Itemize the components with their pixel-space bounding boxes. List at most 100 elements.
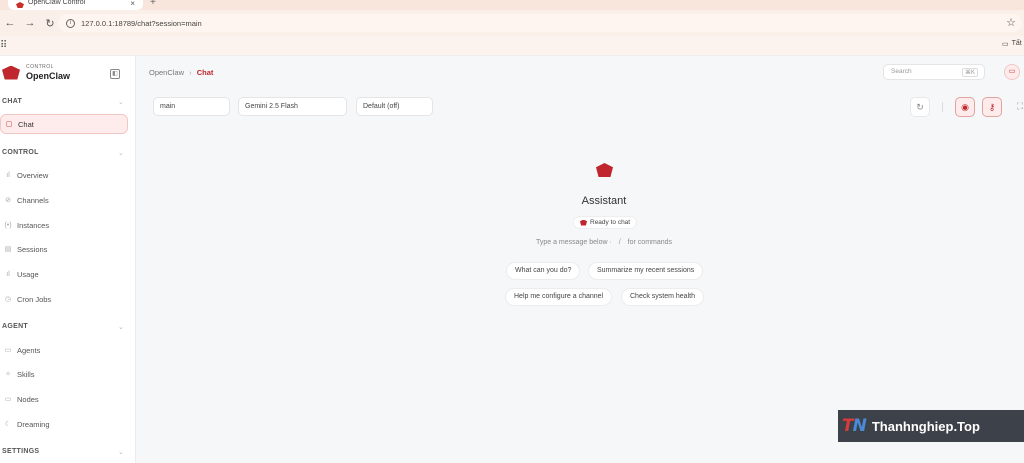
sidebar-item-nodes[interactable]: ▭ Nodes [2, 389, 130, 409]
sidebar-item-instances[interactable]: (•) Instances [2, 215, 130, 235]
sidebar-item-cron-jobs[interactable]: ◷ Cron Jobs [2, 289, 130, 309]
suggestion-chip[interactable]: Summarize my recent sessions [588, 262, 704, 280]
sidebar-item-label: Nodes [17, 394, 39, 404]
browser-tab[interactable]: OpenClaw Control × [8, 0, 143, 10]
moon-icon: ☾ [4, 421, 12, 428]
back-icon[interactable]: ← [0, 17, 20, 29]
main-panel: OpenClaw › Chat Search ⌘K ▭ main Gemini … [136, 56, 1024, 463]
brand-subtitle: CONTROL [26, 64, 54, 70]
sidebar-item-label: Skills [17, 369, 35, 379]
link-icon: ⊘ [5, 197, 11, 204]
suggestion-chip[interactable]: Check system health [621, 288, 704, 306]
sidebar-item-label: Instances [17, 220, 50, 230]
chevron-down-icon[interactable]: ⌄ [118, 149, 124, 157]
search-shortcut: ⌘K [961, 68, 978, 77]
watermark: TN Thanhnghiep.Top [838, 410, 1024, 442]
breadcrumb: OpenClaw › Chat [149, 68, 213, 77]
brand-name: OpenClaw [26, 71, 71, 81]
section-agent[interactable]: AGENT [2, 323, 28, 330]
tools-key-icon[interactable]: ⚷ [982, 97, 1002, 117]
search-placeholder: Search [891, 68, 912, 75]
display-toggle-icon[interactable]: ▭ [1004, 64, 1020, 80]
address-bar[interactable]: i 127.0.0.1:18789/chat?session=main ☆ [58, 14, 1022, 32]
sidebar-item-label: Dreaming [17, 419, 50, 429]
status-logo-icon [580, 219, 587, 226]
session-select[interactable]: main [153, 97, 230, 116]
folder-icon: ▭ [4, 347, 12, 354]
tab-close-icon[interactable]: × [130, 0, 135, 8]
tab-title: OpenClaw Control [28, 0, 86, 6]
watermark-text: Thanhnghiep.Top [871, 418, 980, 434]
sidebar-item-label: Channels [17, 195, 49, 205]
reload-icon[interactable]: ↻ [40, 17, 60, 30]
watermark-logo-n: N [852, 416, 867, 436]
hint-right: for commands [627, 239, 673, 246]
sidebar-item-chat[interactable]: ▢ Chat [0, 114, 128, 134]
thinking-select[interactable]: Default (off) [356, 97, 433, 116]
bookmark-folder-label: Tất [1011, 40, 1022, 47]
sidebar-item-label: Agents [17, 345, 41, 355]
refresh-icon[interactable]: ↻ [910, 97, 930, 117]
chevron-down-icon[interactable]: ⌄ [118, 98, 124, 106]
sidebar-item-label: Cron Jobs [17, 294, 52, 304]
suggestion-chip[interactable]: What can you do? [506, 262, 581, 280]
section-control[interactable]: CONTROL [2, 149, 39, 156]
section-settings[interactable]: SETTINGS [2, 448, 39, 455]
folder-icon: ▭ [1002, 41, 1009, 48]
sidebar-item-label: Overview [17, 170, 49, 180]
brand[interactable]: CONTROL OpenClaw [2, 64, 70, 81]
chat-bubble-icon: ▢ [5, 121, 13, 128]
forward-icon[interactable]: → [20, 17, 40, 29]
bookmarks-bar: ⠿ ▭ Tất [0, 36, 1024, 56]
command-hint: Type a message below · / for commands [136, 239, 1024, 246]
hint-slash: / [618, 239, 621, 246]
usage-chart-icon: ıl [6, 270, 10, 278]
watermark-logo-t: T [842, 416, 854, 436]
assistant-logo-icon [596, 163, 613, 177]
sparkle-icon: ✧ [5, 371, 11, 378]
suggestion-chip[interactable]: Help me configure a channel [505, 288, 613, 306]
chevron-down-icon[interactable]: ⌄ [118, 323, 124, 331]
site-info-icon[interactable]: i [66, 18, 75, 28]
document-icon: ▤ [4, 246, 12, 253]
status-badge: Ready to chat [573, 216, 638, 229]
sidebar-item-label: Sessions [17, 244, 48, 254]
collapse-sidebar-icon[interactable]: ◧ [110, 69, 120, 79]
toolbar-divider [942, 102, 943, 112]
openclaw-logo-icon [2, 65, 20, 80]
sidebar-item-sessions[interactable]: ▤ Sessions [2, 239, 130, 259]
sidebar-item-skills[interactable]: ✧ Skills [2, 364, 130, 384]
assistant-title: Assistant [581, 195, 627, 207]
focus-mode-icon[interactable]: ⛶ [1010, 97, 1024, 117]
bar-chart-icon: ıl [6, 171, 10, 179]
sidebar-item-label: Chat [18, 119, 34, 129]
sidebar-item-channels[interactable]: ⊘ Channels [2, 190, 130, 210]
watermark-logo: TN [842, 416, 867, 436]
model-select[interactable]: Gemini 2.5 Flash [238, 97, 347, 116]
chevron-down-icon[interactable]: ⌄ [118, 448, 124, 456]
bookmark-star-icon[interactable]: ☆ [1006, 16, 1016, 29]
section-chat[interactable]: CHAT [2, 98, 22, 105]
breadcrumb-separator: › [189, 68, 192, 77]
sidebar-item-dreaming[interactable]: ☾ Dreaming [2, 414, 130, 434]
url-text: 127.0.0.1:18789/chat?session=main [81, 18, 202, 28]
sidebar: CONTROL OpenClaw ◧ CHAT ⌄ ▢ Chat CONTROL… [0, 56, 136, 463]
breadcrumb-root[interactable]: OpenClaw [149, 68, 184, 77]
new-tab-button[interactable]: + [150, 0, 156, 8]
hint-left: Type a message below · [535, 239, 612, 246]
openclaw-favicon-icon [16, 2, 24, 8]
sidebar-item-overview[interactable]: ıl Overview [2, 165, 130, 185]
breadcrumb-current: Chat [196, 68, 214, 77]
search-input[interactable]: Search ⌘K [883, 64, 985, 80]
sidebar-item-agents[interactable]: ▭ Agents [2, 340, 130, 360]
radio-icon: (•) [4, 221, 12, 229]
sidebar-item-label: Usage [17, 269, 39, 279]
sidebar-item-usage[interactable]: ıl Usage [2, 264, 130, 284]
status-text: Ready to chat [590, 219, 631, 226]
monitor-icon: ▭ [4, 396, 12, 403]
thinking-toggle-icon[interactable]: ◉ [955, 97, 975, 117]
apps-grid-icon[interactable]: ⠿ [0, 40, 7, 51]
clock-icon: ◷ [4, 296, 12, 303]
bookmark-folder[interactable]: ▭ Tất [1002, 40, 1022, 48]
browser-toolbar: ← → ↻ i 127.0.0.1:18789/chat?session=mai… [0, 10, 1024, 36]
